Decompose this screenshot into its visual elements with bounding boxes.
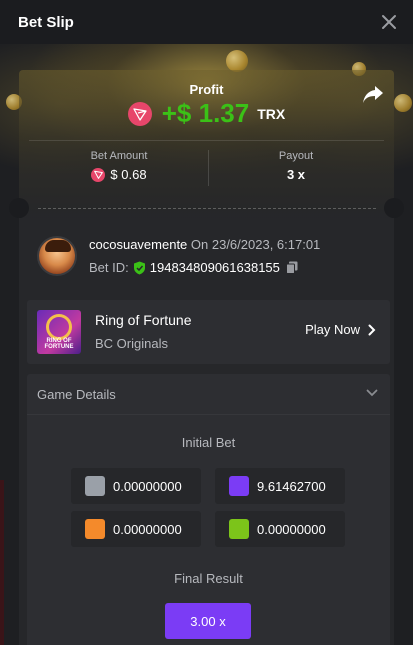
bet-date: On 23/6/2023, 6:17:01 xyxy=(190,237,321,252)
swatch-grey xyxy=(85,476,105,496)
user-text: cocosuavemente On 23/6/2023, 6:17:01 Bet… xyxy=(89,236,320,276)
chevron-right-icon xyxy=(368,324,376,335)
game-details-toggle[interactable]: Game Details xyxy=(27,374,390,414)
game-provider: BC Originals xyxy=(95,336,168,351)
verified-shield-icon xyxy=(133,261,145,274)
copy-icon[interactable] xyxy=(285,261,298,274)
swatch-orange xyxy=(85,519,105,539)
bet-slip-modal: Bet Slip Profit +$ 1.37 TRX Bet Amount $… xyxy=(0,0,413,645)
divider xyxy=(27,414,390,415)
user-info: cocosuavemente On 23/6/2023, 6:17:01 Bet… xyxy=(37,236,320,276)
game-details-panel: Game Details Initial Bet 0.00000000 9.61… xyxy=(27,374,390,645)
chevron-down-icon xyxy=(366,389,378,397)
ticket-notch xyxy=(384,198,404,218)
bet-cell-value: 0.00000000 xyxy=(113,478,182,494)
bet-cell-grey: 0.00000000 xyxy=(71,468,201,504)
bet-id-row: Bet ID: 194834809061638155 xyxy=(89,260,320,275)
share-icon[interactable] xyxy=(362,84,384,104)
final-result-badge: 3.00 x xyxy=(165,603,251,639)
game-thumbnail[interactable]: RING OF FORTUNE xyxy=(37,310,81,354)
user-line: cocosuavemente On 23/6/2023, 6:17:01 xyxy=(89,237,320,252)
ring-graphic xyxy=(46,314,72,340)
bet-amount-label: Bet Amount xyxy=(90,150,148,162)
bet-cell-value: 9.61462700 xyxy=(257,478,326,494)
game-card[interactable]: RING OF FORTUNE Ring of Fortune BC Origi… xyxy=(27,300,390,364)
avatar[interactable] xyxy=(37,236,77,276)
close-icon[interactable] xyxy=(379,12,399,32)
divider xyxy=(29,140,384,141)
bet-cell-value: 0.00000000 xyxy=(257,521,326,537)
payout-label: Payout xyxy=(278,150,314,162)
game-details-title: Game Details xyxy=(37,387,116,402)
bet-id-label: Bet ID: xyxy=(89,260,129,275)
coin-decoration xyxy=(226,50,248,72)
coin-decoration xyxy=(394,94,412,112)
payout-stat: Payout 3 x xyxy=(211,150,381,182)
bet-cell-green: 0.00000000 xyxy=(215,511,345,547)
divider xyxy=(208,150,209,186)
profit-value: +$ 1.37 xyxy=(161,98,250,128)
bet-amount-value-row: $ 0.68 xyxy=(34,167,204,182)
dashed-divider xyxy=(38,208,376,209)
bet-cell-purple: 9.61462700 xyxy=(215,468,345,504)
trx-icon xyxy=(127,101,152,126)
bet-cell-orange: 0.00000000 xyxy=(71,511,201,547)
bet-cell-value: 0.00000000 xyxy=(113,521,182,537)
final-result-label: Final Result xyxy=(174,571,243,586)
profit-row: +$ 1.37 TRX xyxy=(19,98,394,129)
username[interactable]: cocosuavemente xyxy=(89,237,187,252)
swatch-purple xyxy=(229,476,249,496)
ticket-notch xyxy=(9,198,29,218)
profit-ticket: Profit +$ 1.37 TRX Bet Amount $ 0.68 Pay… xyxy=(19,70,394,218)
bet-amount-stat: Bet Amount $ 0.68 xyxy=(34,150,204,182)
play-now-label: Play Now xyxy=(305,322,360,337)
modal-title: Bet Slip xyxy=(18,13,74,31)
game-name: Ring of Fortune xyxy=(95,312,192,328)
swatch-green xyxy=(229,519,249,539)
bet-amount-value: $ 0.68 xyxy=(110,167,147,182)
avatar-hair xyxy=(45,240,71,252)
play-now-button[interactable]: Play Now xyxy=(305,322,376,337)
background-edge xyxy=(0,480,4,645)
modal-header: Bet Slip xyxy=(0,0,413,44)
profit-currency: TRX xyxy=(257,105,286,122)
game-thumbnail-text: RING OF FORTUNE xyxy=(44,338,74,350)
bet-id-value: 194834809061638155 xyxy=(149,260,280,275)
initial-bet-label: Initial Bet xyxy=(181,435,236,450)
payout-value: 3 x xyxy=(286,167,306,182)
profit-label: Profit xyxy=(189,82,224,97)
trx-icon xyxy=(91,167,106,182)
